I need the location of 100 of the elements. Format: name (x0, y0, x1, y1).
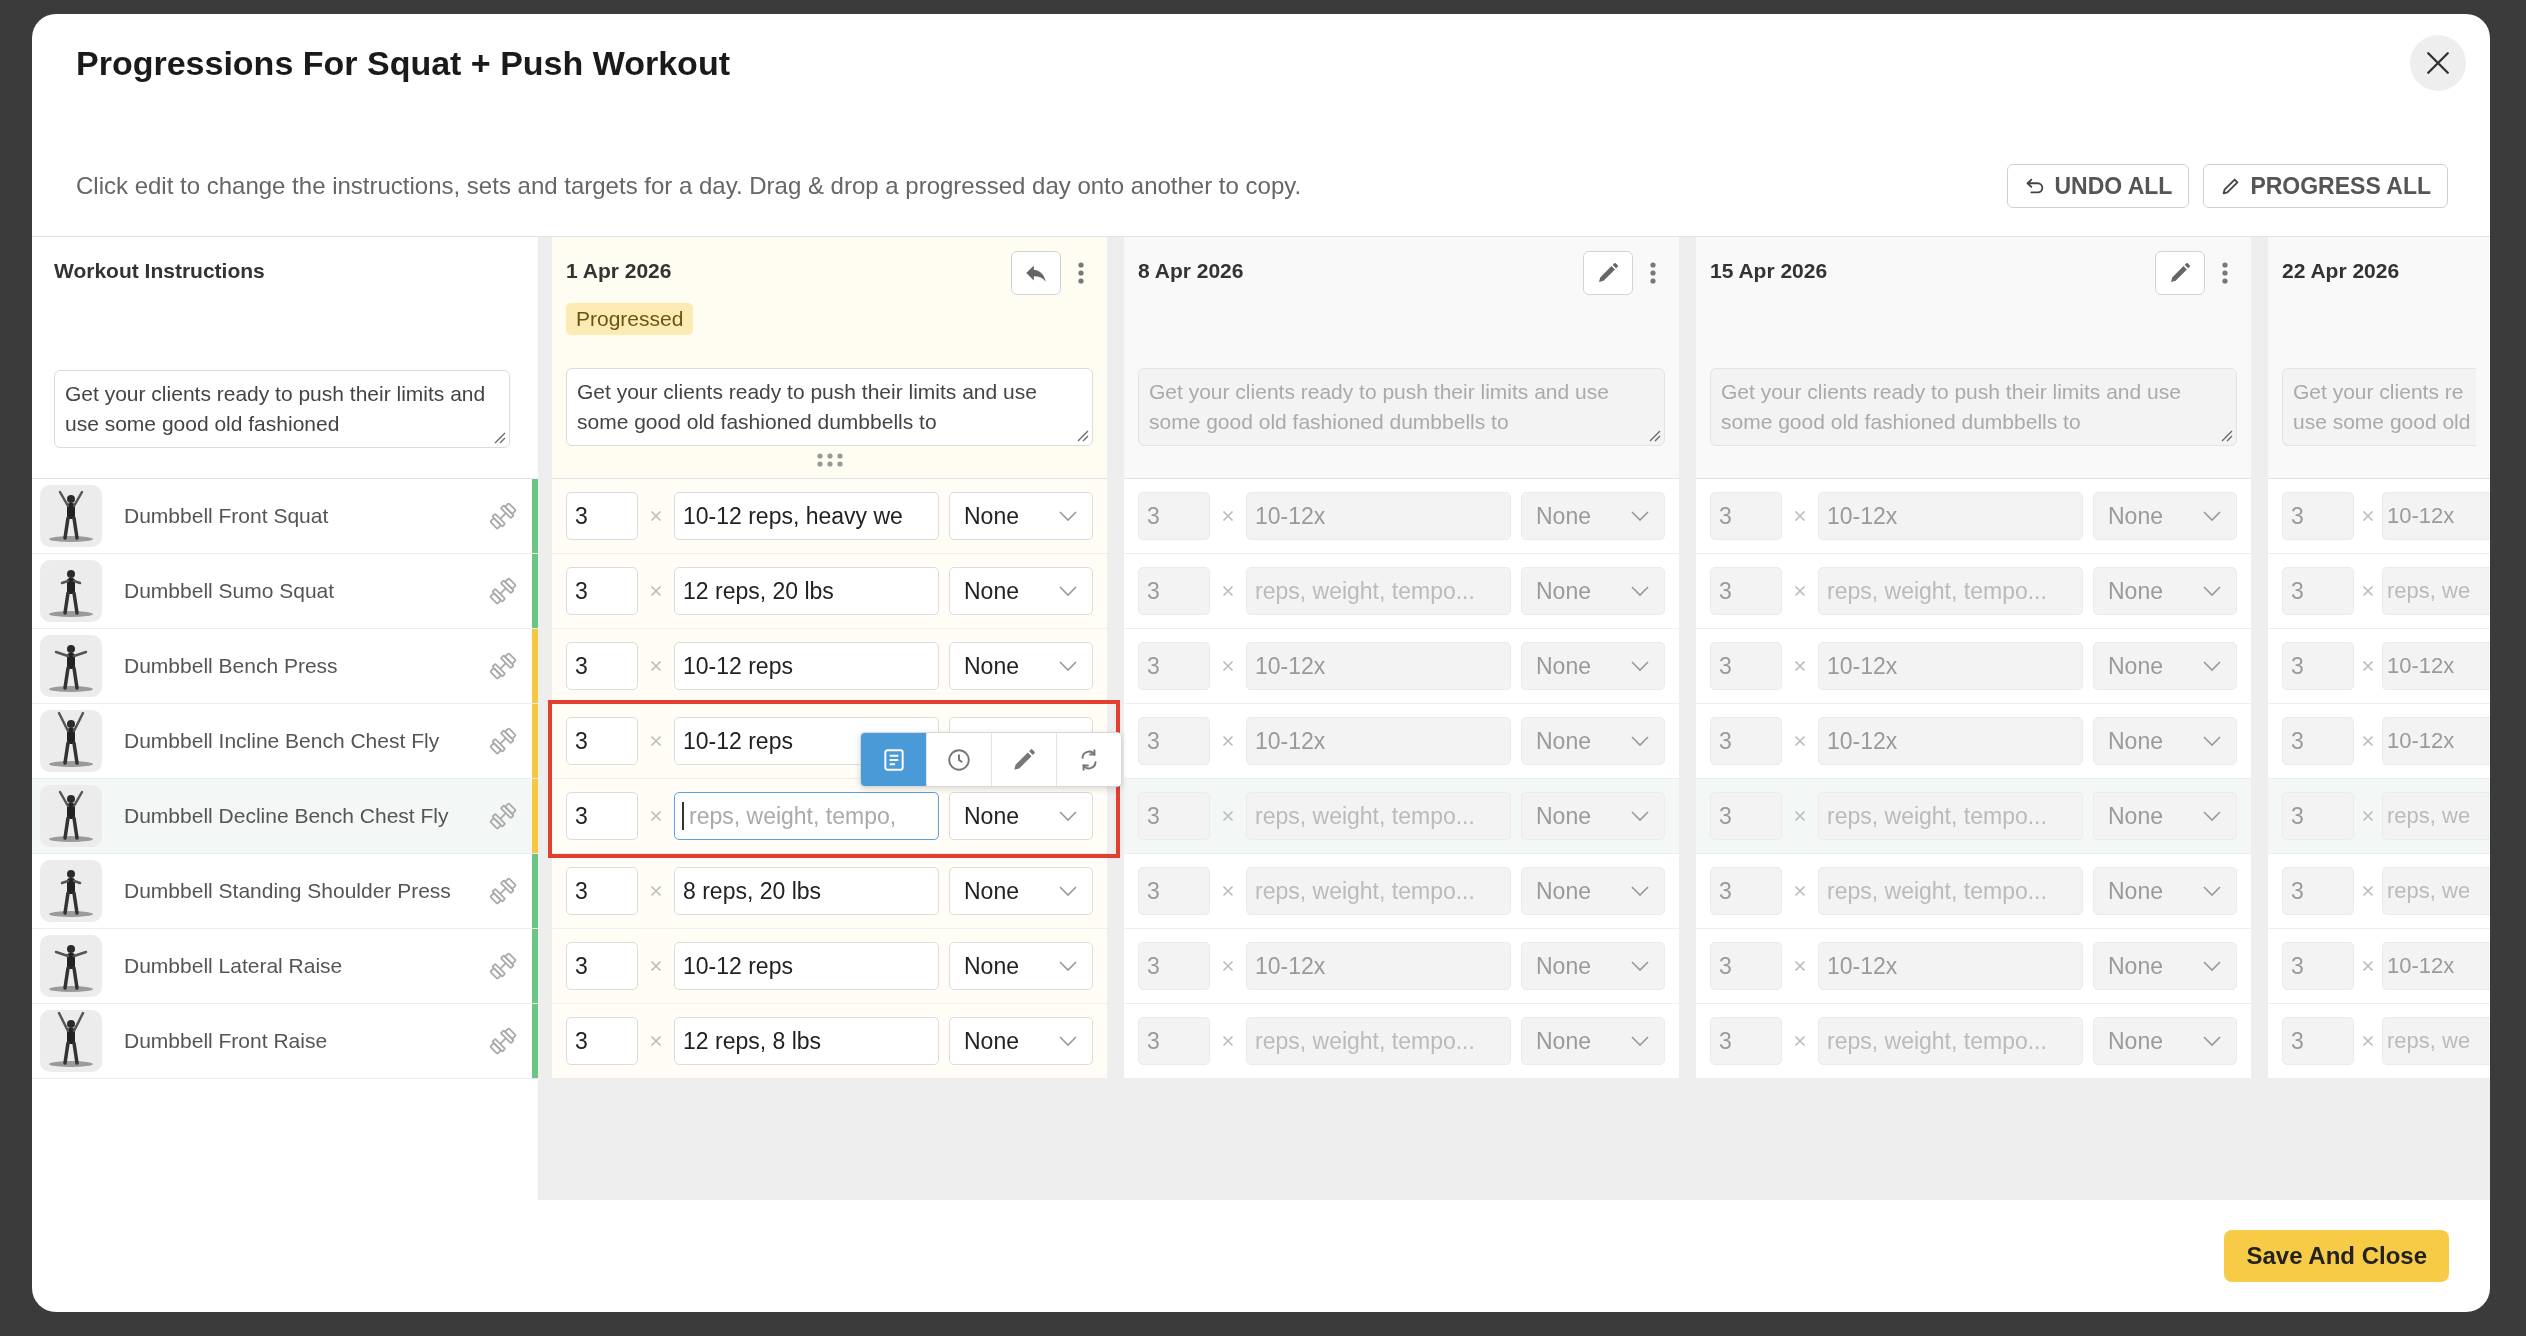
toolbar-button[interactable] (926, 733, 991, 786)
rest-dropdown[interactable]: None (1521, 867, 1665, 915)
target-field[interactable]: 10-12x (1818, 942, 2083, 990)
undo-all-button[interactable]: UNDO ALL (2007, 164, 2190, 208)
target-field[interactable]: reps, weight, tempo... (1246, 792, 1511, 840)
more-options-icon[interactable] (1649, 261, 1657, 285)
target-field[interactable]: reps, weight, tempo... (1818, 1017, 2083, 1065)
rest-dropdown[interactable]: None (2093, 942, 2237, 990)
more-options-icon[interactable] (1077, 261, 1085, 285)
target-field[interactable]: reps, weight, tempo, (674, 792, 939, 840)
rest-dropdown[interactable]: None (949, 792, 1093, 840)
sets-field[interactable]: 3 (2282, 1017, 2354, 1065)
target-field[interactable]: 10-12x (1818, 642, 2083, 690)
dumbbell-icon[interactable] (488, 951, 518, 981)
target-field[interactable]: 10-12x (2382, 642, 2490, 690)
sets-field[interactable]: 3 (1710, 717, 1782, 765)
resize-grip-icon[interactable] (492, 430, 506, 444)
dumbbell-icon[interactable] (488, 501, 518, 531)
instructions-textarea[interactable]: Get your clients ready to push their limits and use some good old fashioned (54, 370, 510, 448)
target-field[interactable]: reps, weight, tempo... (1818, 792, 2083, 840)
target-field[interactable]: 10-12x (1246, 492, 1511, 540)
dumbbell-icon[interactable] (488, 801, 518, 831)
exercise-row[interactable]: Dumbbell Standing Shoulder Press (32, 854, 538, 929)
sets-field[interactable]: 3 (1138, 792, 1210, 840)
rest-dropdown[interactable]: None (949, 492, 1093, 540)
dumbbell-icon[interactable] (488, 651, 518, 681)
sets-field[interactable]: 3 (1138, 492, 1210, 540)
exercise-row[interactable]: Dumbbell Sumo Squat (32, 554, 538, 629)
sets-field[interactable]: 3 (1138, 567, 1210, 615)
target-field[interactable]: 8 reps, 20 lbs (674, 867, 939, 915)
rest-dropdown[interactable]: None (1521, 792, 1665, 840)
edit-button[interactable] (1583, 251, 1633, 295)
dumbbell-icon[interactable] (488, 1026, 518, 1056)
exercise-row[interactable]: Dumbbell Front Squat (32, 479, 538, 554)
resize-grip-icon[interactable] (1647, 428, 1661, 442)
rest-dropdown[interactable]: None (949, 567, 1093, 615)
close-button[interactable] (2410, 35, 2466, 91)
exercise-row[interactable]: Dumbbell Lateral Raise (32, 929, 538, 1004)
rest-dropdown[interactable]: None (2093, 867, 2237, 915)
sets-field[interactable]: 3 (566, 792, 638, 840)
rest-dropdown[interactable]: None (1521, 567, 1665, 615)
sets-field[interactable]: 3 (1710, 642, 1782, 690)
sets-field[interactable]: 3 (2282, 492, 2354, 540)
save-and-close-button[interactable]: Save And Close (2224, 1230, 2449, 1282)
sets-field[interactable]: 3 (566, 492, 638, 540)
rest-dropdown[interactable]: None (2093, 492, 2237, 540)
more-options-icon[interactable] (2221, 261, 2229, 285)
sets-field[interactable]: 3 (1138, 942, 1210, 990)
target-field[interactable]: 10-12x (2382, 717, 2490, 765)
sets-field[interactable]: 3 (2282, 867, 2354, 915)
target-field[interactable]: 12 reps, 8 lbs (674, 1017, 939, 1065)
dumbbell-icon[interactable] (488, 876, 518, 906)
rest-dropdown[interactable]: None (2093, 642, 2237, 690)
sets-field[interactable]: 3 (566, 642, 638, 690)
exercise-row[interactable]: Dumbbell Decline Bench Chest Fly (32, 779, 538, 854)
rest-dropdown[interactable]: None (2093, 717, 2237, 765)
toolbar-button[interactable] (861, 733, 926, 786)
sets-field[interactable]: 3 (566, 567, 638, 615)
target-field[interactable]: reps, we (2382, 867, 2490, 915)
rest-dropdown[interactable]: None (1521, 1017, 1665, 1065)
target-field[interactable]: reps, we (2382, 1017, 2490, 1065)
drag-handle-icon[interactable] (816, 452, 843, 468)
progress-all-button[interactable]: PROGRESS ALL (2203, 164, 2448, 208)
dumbbell-icon[interactable] (488, 726, 518, 756)
sets-field[interactable]: 3 (1138, 1017, 1210, 1065)
target-field[interactable]: 10-12 reps, heavy we (674, 492, 939, 540)
target-field[interactable]: reps, weight, tempo... (1818, 567, 2083, 615)
target-field[interactable]: reps, weight, tempo... (1246, 567, 1511, 615)
sets-field[interactable]: 3 (1710, 1017, 1782, 1065)
rest-dropdown[interactable]: None (949, 642, 1093, 690)
rest-dropdown[interactable]: None (1521, 942, 1665, 990)
sets-field[interactable]: 3 (566, 1017, 638, 1065)
edit-button[interactable] (2155, 251, 2205, 295)
toolbar-button[interactable] (1056, 733, 1121, 786)
target-field[interactable]: reps, weight, tempo... (1246, 1017, 1511, 1065)
rest-dropdown[interactable]: None (949, 942, 1093, 990)
sets-field[interactable]: 3 (2282, 942, 2354, 990)
resize-grip-icon[interactable] (1075, 428, 1089, 442)
exercise-row[interactable]: Dumbbell Front Raise (32, 1004, 538, 1079)
target-field[interactable]: 10-12x (1818, 492, 2083, 540)
rest-dropdown[interactable]: None (1521, 717, 1665, 765)
rest-dropdown[interactable]: None (2093, 1017, 2237, 1065)
target-field[interactable]: 12 reps, 20 lbs (674, 567, 939, 615)
dumbbell-icon[interactable] (488, 576, 518, 606)
rest-dropdown[interactable]: None (949, 867, 1093, 915)
sets-field[interactable]: 3 (2282, 567, 2354, 615)
sets-field[interactable]: 3 (566, 867, 638, 915)
rest-dropdown[interactable]: None (1521, 642, 1665, 690)
sets-field[interactable]: 3 (1138, 642, 1210, 690)
rest-dropdown[interactable]: None (2093, 792, 2237, 840)
target-field[interactable]: 10-12 reps (674, 942, 939, 990)
sets-field[interactable]: 3 (1138, 717, 1210, 765)
sets-field[interactable]: 3 (566, 942, 638, 990)
target-field[interactable]: 10-12x (1818, 717, 2083, 765)
sets-field[interactable]: 3 (1710, 792, 1782, 840)
sets-field[interactable]: 3 (1138, 867, 1210, 915)
target-field[interactable]: 10-12x (1246, 642, 1511, 690)
sets-field[interactable]: 3 (1710, 492, 1782, 540)
sets-field[interactable]: 3 (566, 717, 638, 765)
target-field[interactable]: reps, we (2382, 792, 2490, 840)
